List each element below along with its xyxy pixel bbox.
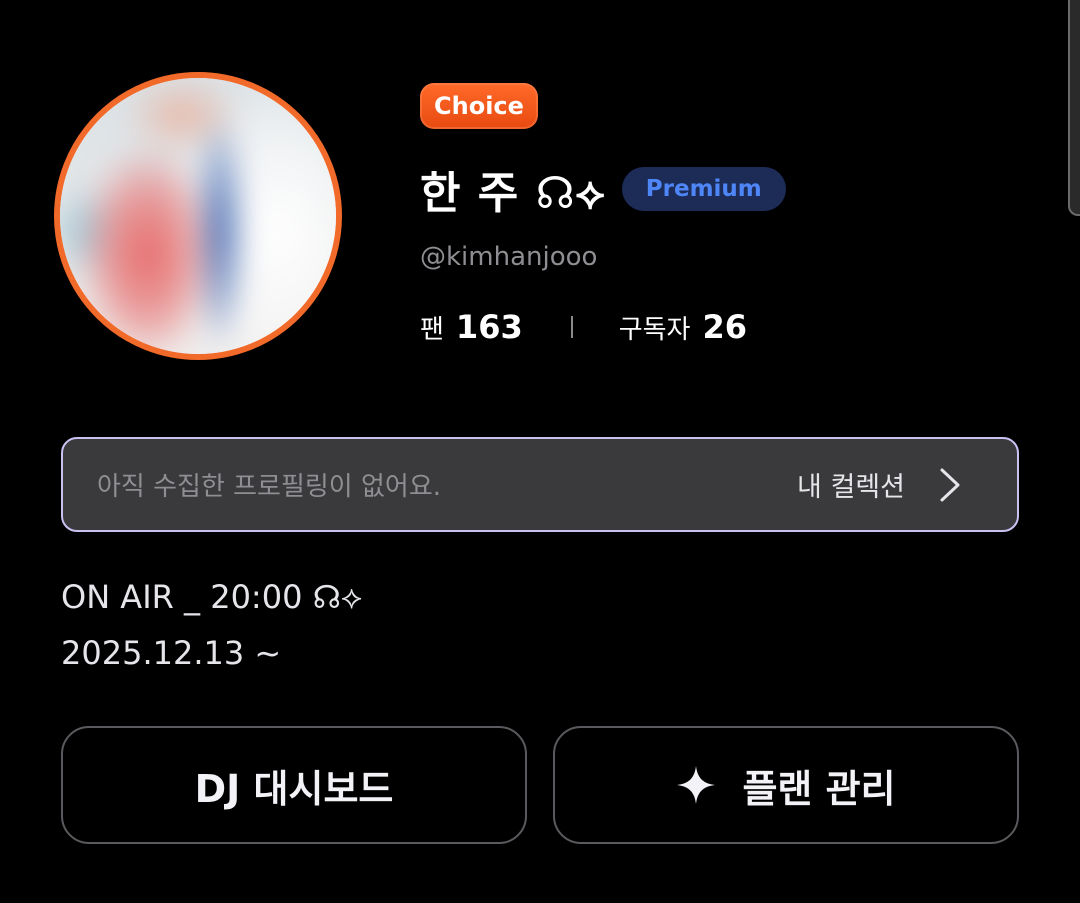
stats-row: 팬 163 구독자 26 <box>420 304 747 350</box>
display-name: 한 주 ☊⟡ <box>420 168 606 219</box>
bio-line-date: 2025.12.13 ~ <box>61 634 282 672</box>
chevron-right-icon[interactable] <box>939 467 961 503</box>
collection-empty-text: 아직 수집한 프로필링이 없어요. <box>97 472 442 502</box>
plan-manage-label: 플랜 관리 <box>742 766 896 811</box>
user-handle: @kimhanjooo <box>420 242 598 272</box>
sparkle-icon <box>677 766 716 804</box>
stats-divider <box>570 316 573 338</box>
subscribers-label: 구독자 <box>618 314 691 345</box>
premium-badge: Premium <box>621 167 786 211</box>
avatar-image <box>60 78 336 354</box>
dj-dashboard-label: DJ 대시보드 <box>194 766 394 811</box>
dj-dashboard-button[interactable]: DJ 대시보드 <box>61 726 527 844</box>
choice-badge: Choice <box>420 83 538 129</box>
collection-bar[interactable]: 아직 수집한 프로필링이 없어요. 내 컬렉션 <box>61 437 1019 532</box>
profile-avatar[interactable] <box>54 72 342 360</box>
plan-manage-button[interactable]: 플랜 관리 <box>553 726 1019 844</box>
scrollbar-thumb[interactable] <box>1068 0 1080 216</box>
name-row: 한 주 ☊⟡ Premium <box>420 158 786 220</box>
my-collection-link[interactable]: 내 컬렉션 <box>797 439 905 530</box>
subscribers-count[interactable]: 26 <box>702 308 747 346</box>
fans-label: 팬 <box>420 314 444 345</box>
fans-count[interactable]: 163 <box>456 308 523 346</box>
bio-line-on-air: ON AIR _ 20:00 ☊⟡ <box>61 578 363 616</box>
